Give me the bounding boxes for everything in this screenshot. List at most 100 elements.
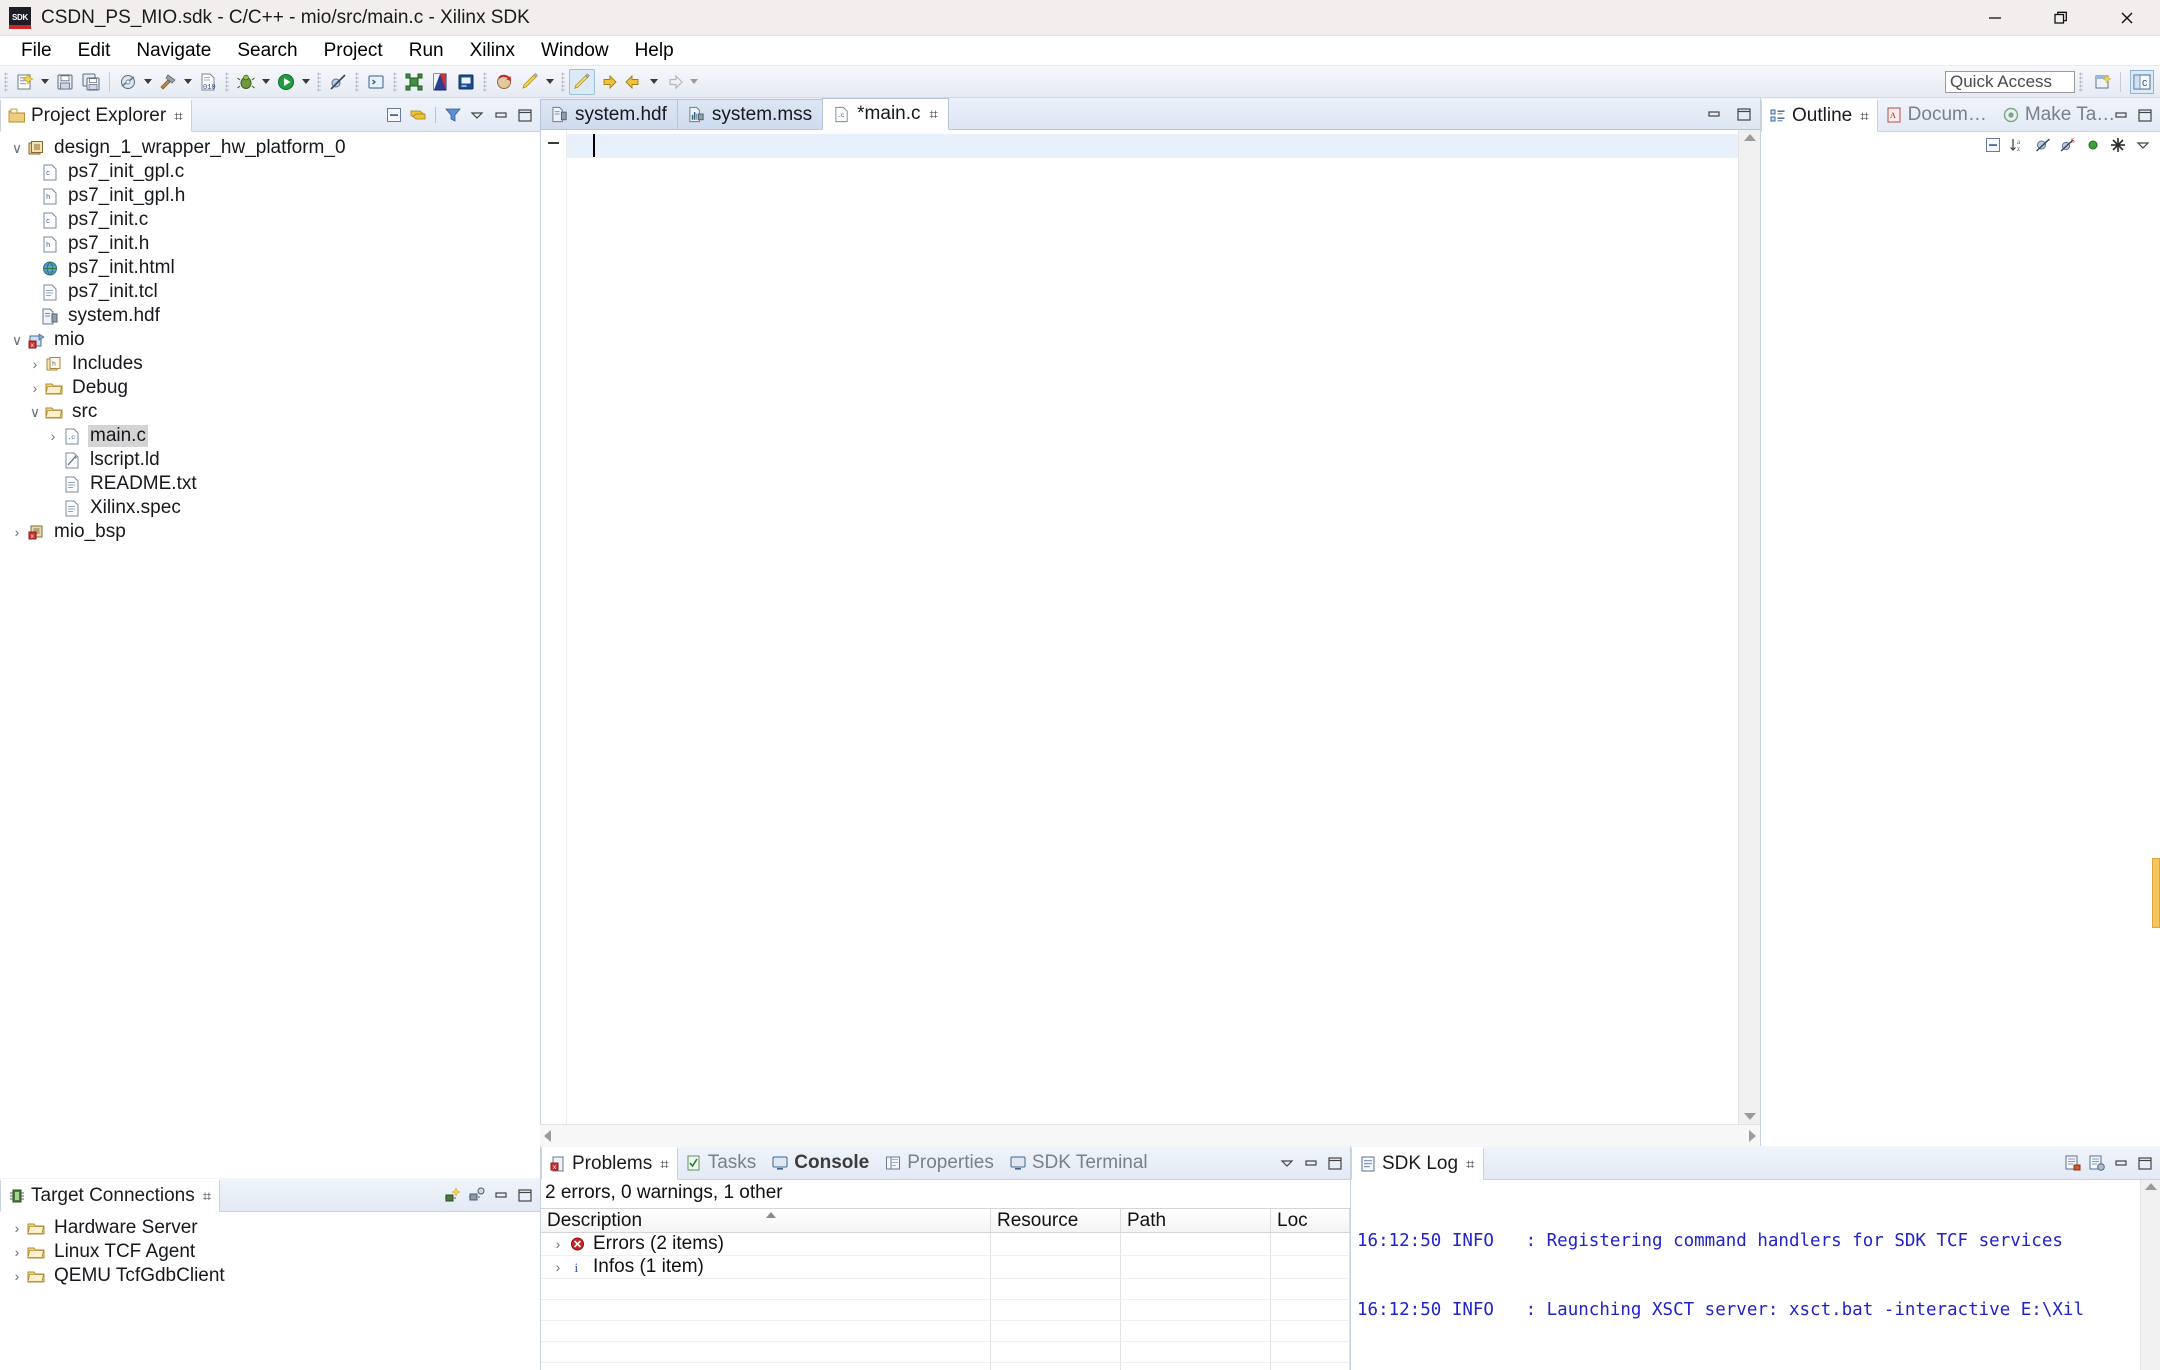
c-cpp-perspective-icon[interactable]: C bbox=[2130, 70, 2154, 94]
twisty-collapsed-icon[interactable]: › bbox=[8, 1268, 26, 1284]
maximize-view-icon[interactable] bbox=[1324, 1152, 1346, 1174]
run-dropdown-icon[interactable] bbox=[299, 69, 313, 95]
tab-properties[interactable]: Properties bbox=[877, 1147, 1002, 1179]
column-header-location[interactable]: Loc bbox=[1271, 1209, 1350, 1233]
column-header-description[interactable]: Description bbox=[541, 1209, 991, 1233]
xsct-console-icon[interactable] bbox=[363, 69, 389, 95]
skip-breakpoints-icon[interactable] bbox=[325, 69, 351, 95]
view-menu-icon[interactable] bbox=[1276, 1152, 1298, 1174]
minimize-view-icon[interactable] bbox=[490, 1184, 512, 1206]
menu-window[interactable]: Window bbox=[528, 38, 622, 64]
tab-outline[interactable]: Outline ⌗ bbox=[1761, 99, 1878, 132]
quick-access-input[interactable]: Quick Access bbox=[1945, 71, 2075, 93]
tree-row[interactable]: system.hdf bbox=[0, 304, 540, 328]
save-icon[interactable] bbox=[52, 69, 78, 95]
minimize-view-icon[interactable] bbox=[490, 104, 512, 126]
collapse-all-icon[interactable] bbox=[383, 104, 405, 126]
new-connection-icon[interactable] bbox=[442, 1184, 464, 1206]
twisty-collapsed-icon[interactable]: › bbox=[8, 1244, 26, 1260]
debug-bug-icon[interactable] bbox=[233, 69, 259, 95]
tree-row[interactable]: › Debug bbox=[0, 376, 540, 400]
toolbar-grip-5[interactable] bbox=[393, 71, 397, 92]
tree-row[interactable]: README.txt bbox=[0, 472, 540, 496]
project-explorer-tree[interactable]: ∨ design_1_wrapper_hw_platform_0 c ps7_i… bbox=[0, 132, 540, 1178]
minimize-view-icon[interactable] bbox=[1300, 1152, 1322, 1174]
tree-row[interactable]: ∨ x mio bbox=[0, 328, 540, 352]
tab-project-explorer[interactable]: Project Explorer ⌗ bbox=[0, 99, 192, 132]
editor-horizontal-scrollbar[interactable] bbox=[540, 1124, 1760, 1146]
code-canvas[interactable] bbox=[567, 130, 1738, 1124]
back-nav-dropdown-icon[interactable] bbox=[647, 69, 661, 95]
editor-body[interactable] bbox=[540, 130, 1760, 1124]
tree-row[interactable]: › Linux TCF Agent bbox=[0, 1240, 540, 1264]
view-menu-icon[interactable] bbox=[466, 104, 488, 126]
hide-static-icon[interactable]: S bbox=[2057, 134, 2079, 156]
open-log-file-icon[interactable] bbox=[2062, 1152, 2084, 1174]
hide-fields-icon[interactable] bbox=[2032, 134, 2054, 156]
tab-documentation[interactable]: A Docum… bbox=[1878, 99, 1995, 131]
toolbar-grip-4[interactable] bbox=[355, 71, 359, 92]
debug-dropdown-icon[interactable] bbox=[259, 69, 273, 95]
sdk-log-text[interactable]: 16:12:50 INFO : Registering command hand… bbox=[1351, 1180, 2140, 1370]
close-icon[interactable]: ⌗ bbox=[203, 1188, 211, 1205]
quick-access-grip[interactable] bbox=[2079, 72, 2083, 92]
toolbar-grip-6[interactable] bbox=[483, 71, 487, 92]
maximize-view-icon[interactable] bbox=[514, 1184, 536, 1206]
tree-row[interactable]: Xilinx.spec bbox=[0, 496, 540, 520]
problems-row-errors[interactable]: › Errors (2 items) bbox=[541, 1233, 1350, 1257]
maximize-view-icon[interactable] bbox=[514, 104, 536, 126]
tab-console[interactable]: Console bbox=[764, 1147, 877, 1179]
minimize-view-icon[interactable] bbox=[2110, 104, 2132, 126]
editor-tab-system-hdf[interactable]: system.hdf bbox=[540, 99, 678, 129]
new-c-project-dropdown-icon[interactable] bbox=[543, 69, 557, 95]
dump-restore-icon[interactable] bbox=[453, 69, 479, 95]
connection-settings-icon[interactable] bbox=[466, 1184, 488, 1206]
toolbar-grip[interactable] bbox=[4, 71, 8, 92]
scroll-right-icon[interactable] bbox=[1749, 1129, 1756, 1142]
twisty-collapsed-icon[interactable]: › bbox=[26, 356, 44, 372]
new-wizard-icon[interactable] bbox=[12, 69, 38, 95]
next-annotation-dropdown-icon[interactable] bbox=[687, 69, 701, 95]
editor-vertical-scrollbar[interactable] bbox=[1738, 130, 1760, 1124]
hide-macros-icon[interactable] bbox=[2107, 134, 2129, 156]
target-connections-tree[interactable]: › Hardware Server › Linux TCF Agent › QE… bbox=[0, 1212, 540, 1370]
scroll-down-icon[interactable] bbox=[1743, 1113, 1756, 1120]
tree-row[interactable]: › Hardware Server bbox=[0, 1216, 540, 1240]
collapse-marker-icon[interactable] bbox=[547, 137, 560, 150]
editor-tab-system-mss[interactable]: system.mss bbox=[676, 99, 824, 129]
build-all-dropdown-icon[interactable] bbox=[141, 69, 155, 95]
tree-row-main-c[interactable]: › .c main.c bbox=[0, 424, 540, 448]
maximize-view-icon[interactable] bbox=[2134, 104, 2156, 126]
sdk-log-body[interactable]: 16:12:50 INFO : Registering command hand… bbox=[1351, 1180, 2160, 1370]
maximize-editor-icon[interactable] bbox=[1733, 103, 1755, 125]
highlight-pen-icon[interactable] bbox=[569, 68, 595, 95]
toolbar-grip-2[interactable] bbox=[225, 71, 229, 92]
menu-navigate[interactable]: Navigate bbox=[123, 38, 224, 64]
menu-edit[interactable]: Edit bbox=[65, 38, 124, 64]
back-nav-icon[interactable] bbox=[621, 69, 647, 95]
problems-row-infos[interactable]: › i Infos (1 item) bbox=[541, 1256, 1350, 1280]
menu-search[interactable]: Search bbox=[224, 38, 310, 64]
close-icon[interactable]: ⌗ bbox=[174, 108, 182, 125]
menu-file[interactable]: File bbox=[8, 38, 65, 64]
close-icon[interactable]: ⌗ bbox=[660, 1156, 668, 1173]
twisty-collapsed-icon[interactable]: › bbox=[26, 380, 44, 396]
minimize-editor-icon[interactable] bbox=[1703, 103, 1725, 125]
twisty-collapsed-icon[interactable]: › bbox=[44, 428, 62, 444]
menu-run[interactable]: Run bbox=[396, 38, 457, 64]
tab-problems[interactable]: x Problems ⌗ bbox=[541, 1147, 678, 1180]
outline-scroll-thumb[interactable] bbox=[2152, 858, 2160, 928]
tree-row[interactable]: ps7_init.html bbox=[0, 256, 540, 280]
run-icon[interactable] bbox=[273, 69, 299, 95]
twisty-collapsed-icon[interactable]: › bbox=[8, 524, 26, 540]
column-header-resource[interactable]: Resource bbox=[991, 1209, 1121, 1233]
hide-nonpublic-icon[interactable] bbox=[2082, 134, 2104, 156]
repository-refresh-icon[interactable] bbox=[491, 69, 517, 95]
close-button[interactable] bbox=[2094, 0, 2160, 36]
collapse-all-icon[interactable] bbox=[1982, 134, 2004, 156]
column-header-path[interactable]: Path bbox=[1121, 1209, 1271, 1233]
tab-sdk-log[interactable]: SDK Log ⌗ bbox=[1351, 1147, 1484, 1180]
open-perspective-icon[interactable] bbox=[2091, 70, 2115, 94]
program-fpga-icon[interactable] bbox=[401, 69, 427, 95]
new-wizard-dropdown-icon[interactable] bbox=[38, 69, 52, 95]
